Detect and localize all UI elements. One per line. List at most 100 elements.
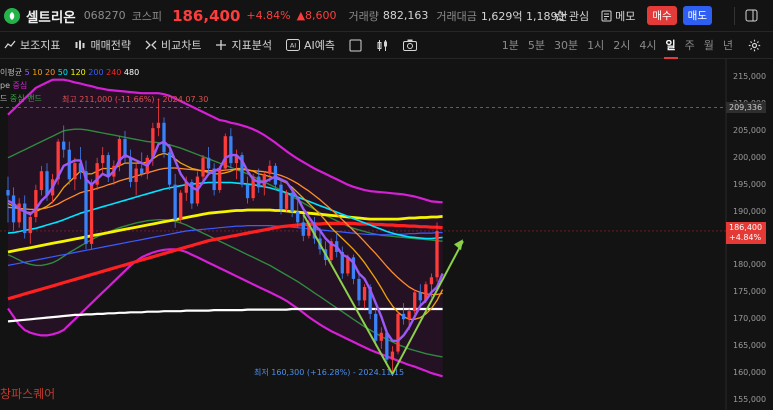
ma-legend-period: 120 bbox=[67, 68, 86, 77]
candle-body bbox=[390, 351, 395, 360]
ma-legend-period: 50 bbox=[55, 68, 68, 77]
band-legend: 드 중심 밴드 bbox=[0, 93, 42, 104]
ma-legend-period: 20 bbox=[42, 68, 56, 77]
sidebar-panel-icon bbox=[745, 9, 758, 22]
high-annotation-text: 최고 211,000 (-11.66%) - 2024.07.30 bbox=[62, 95, 209, 104]
compare-icon bbox=[145, 40, 157, 50]
svg-text:AI: AI bbox=[290, 42, 296, 50]
camera-icon bbox=[402, 39, 417, 51]
buy-button[interactable]: 매수 bbox=[647, 6, 677, 25]
candle-body bbox=[128, 157, 133, 182]
candle-body bbox=[284, 192, 289, 209]
watch-button[interactable]: 관심 bbox=[553, 8, 590, 24]
candle-body bbox=[6, 190, 10, 196]
candle-body bbox=[385, 332, 389, 360]
candle-body bbox=[401, 313, 406, 320]
strategy-label: 매매전략 bbox=[90, 39, 131, 52]
indicators-icon bbox=[4, 40, 16, 49]
candle-body bbox=[290, 192, 294, 212]
candle-body bbox=[435, 230, 439, 278]
header-divider bbox=[734, 6, 735, 25]
period-day[interactable]: 일 bbox=[663, 37, 678, 59]
price-axis-tick: 160,000 bbox=[733, 368, 767, 378]
stock-name: 셀트리온 bbox=[26, 9, 76, 26]
candle-body bbox=[268, 165, 272, 174]
chart-canvas[interactable] bbox=[0, 59, 773, 410]
compare-label: 비교차트 bbox=[160, 39, 202, 52]
candle-body bbox=[407, 311, 411, 320]
watermark-text: 창파스퀘어 bbox=[0, 387, 56, 401]
ai-predict-button[interactable]: AI AI예측 bbox=[285, 37, 335, 53]
band-legend-value: 중심 밴드 bbox=[9, 94, 42, 103]
period-4hour[interactable]: 4시 bbox=[639, 37, 656, 53]
ma-legend-label: 이평균 bbox=[0, 68, 23, 77]
screenshot-button[interactable] bbox=[402, 39, 417, 51]
draw-box-button[interactable] bbox=[349, 39, 362, 52]
chart-settings-button[interactable] bbox=[748, 39, 761, 52]
price-axis-tick: 215,000 bbox=[733, 72, 767, 81]
period-selector: 1분 5분 30분 1시 2시 4시 일 주 월 년 bbox=[502, 32, 773, 59]
current-price-tag: 186,400 +4.84% bbox=[726, 222, 766, 244]
analysis-button[interactable]: 지표분석 bbox=[215, 37, 272, 53]
period-1hour[interactable]: 1시 bbox=[587, 37, 604, 53]
gear-icon bbox=[748, 39, 761, 51]
candle-body bbox=[34, 190, 38, 217]
period-30min[interactable]: 30분 bbox=[554, 37, 578, 53]
low-annotation-text: 최저 160,300 (+16.28%) - 2024.11.15 bbox=[254, 368, 405, 377]
watch-label: 관심 bbox=[568, 9, 590, 23]
candle-body bbox=[134, 168, 138, 182]
indicators-button[interactable]: 보조지표 bbox=[4, 37, 60, 53]
volume-value: 882,163 bbox=[382, 9, 429, 22]
current-price-tag-rate: +4.84% bbox=[729, 233, 762, 242]
period-2hour[interactable]: 2시 bbox=[613, 37, 630, 53]
sidebar-toggle-button[interactable] bbox=[745, 9, 761, 22]
candle-body bbox=[418, 292, 422, 301]
ma-legend-period: 480 bbox=[121, 68, 140, 77]
stock-code: 068270 bbox=[83, 9, 126, 22]
chart-type-button[interactable] bbox=[376, 39, 389, 52]
analysis-label: 지표분석 bbox=[231, 39, 272, 52]
sell-button[interactable]: 매도 bbox=[682, 6, 712, 25]
candle-body bbox=[223, 136, 227, 169]
compare-button[interactable]: 비교차트 bbox=[145, 37, 201, 53]
current-price-tag-price: 186,400 bbox=[729, 223, 763, 232]
change-rate: +4.84% bbox=[246, 9, 291, 22]
period-week[interactable]: 주 bbox=[685, 37, 695, 53]
price-axis-tick: 170,000 bbox=[733, 314, 767, 324]
high-annotation: 최고 211,000 (-11.66%) - 2024.07.30 bbox=[62, 94, 208, 105]
candle-body bbox=[218, 168, 222, 191]
memo-label: 메모 bbox=[615, 9, 636, 23]
period-5min[interactable]: 5분 bbox=[528, 37, 545, 53]
stock-market: 코스피 bbox=[131, 9, 163, 23]
envelope-legend-value: 중심 bbox=[12, 81, 28, 90]
dashed-level-tag: 209,336 bbox=[726, 102, 766, 113]
candle-body bbox=[73, 163, 77, 180]
ai-icon: AI bbox=[285, 39, 300, 51]
candle-body bbox=[173, 184, 177, 220]
candle-body bbox=[89, 184, 94, 244]
price-axis-tick: 175,000 bbox=[733, 287, 767, 297]
amount-label: 거래대금 bbox=[436, 9, 477, 23]
price-axis-tick: 180,000 bbox=[733, 260, 767, 270]
period-month[interactable]: 월 bbox=[704, 37, 714, 53]
candle-body bbox=[28, 216, 32, 234]
period-1min[interactable]: 1분 bbox=[502, 37, 519, 53]
price-chart[interactable]: 이평균 5 10 20 50 120 200 240 480 pe 중심 드 중… bbox=[0, 59, 773, 410]
volume-label: 거래량 bbox=[348, 9, 379, 23]
strategy-button[interactable]: 매매전략 bbox=[74, 37, 131, 53]
candle-body bbox=[296, 211, 300, 223]
candle-body bbox=[62, 141, 66, 150]
period-year[interactable]: 년 bbox=[723, 37, 733, 53]
memo-button[interactable]: 메모 bbox=[601, 8, 635, 24]
price-axis-tick: 205,000 bbox=[733, 125, 767, 135]
price-axis-tick: 200,000 bbox=[733, 152, 767, 162]
star-icon bbox=[553, 9, 566, 22]
envelope-legend-prefix: pe bbox=[0, 81, 10, 90]
watermark: 창파스퀘어 bbox=[0, 385, 55, 402]
band-legend-prefix: 드 bbox=[0, 94, 8, 103]
candle-body bbox=[11, 195, 16, 223]
candle-body bbox=[279, 184, 283, 209]
low-annotation: 최저 160,300 (+16.28%) - 2024.11.15 bbox=[254, 367, 404, 378]
memo-icon bbox=[601, 10, 612, 21]
stock-logo-icon bbox=[4, 7, 20, 24]
